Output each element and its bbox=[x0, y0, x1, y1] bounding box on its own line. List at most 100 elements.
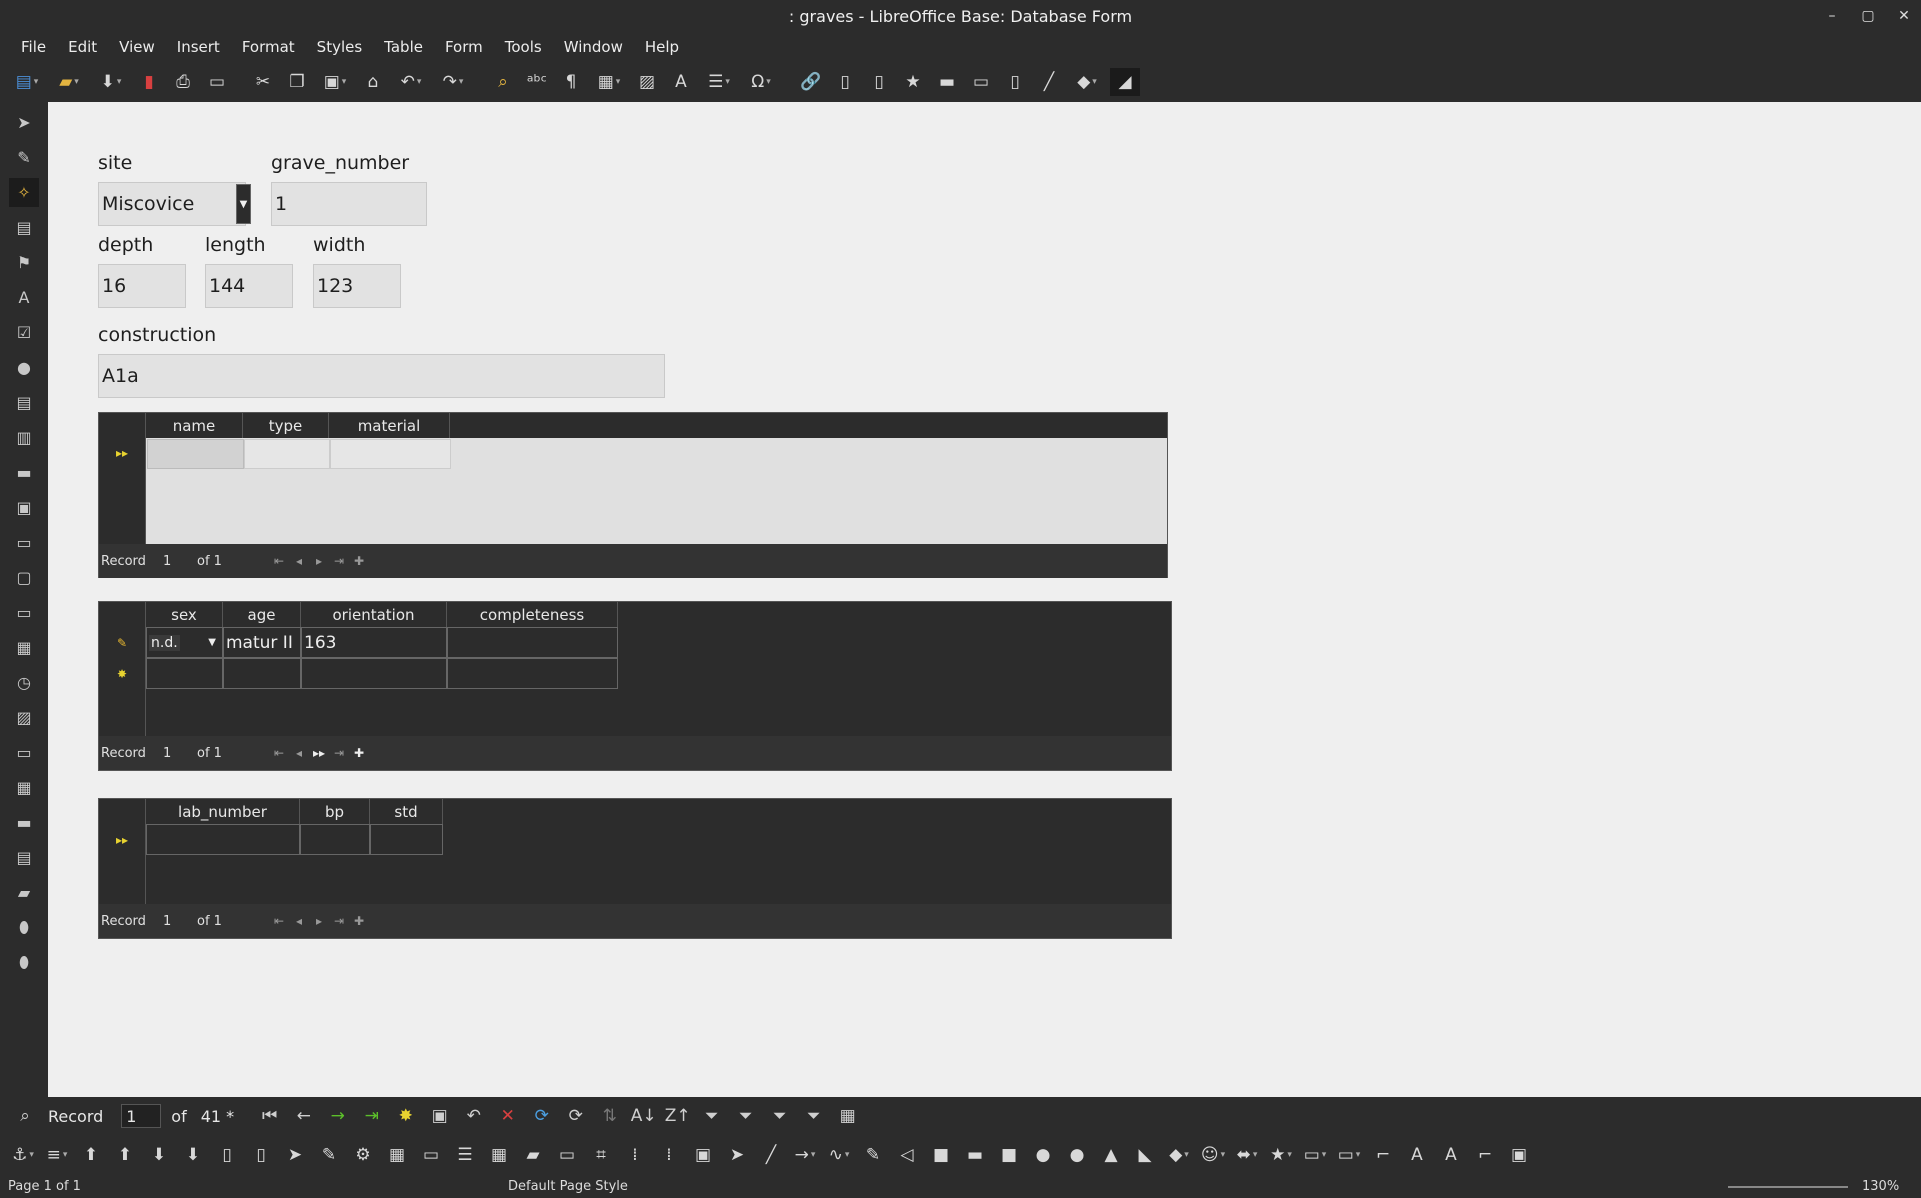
row-header[interactable]: ▸▸ bbox=[99, 824, 146, 855]
table-control-icon[interactable]: ▦ bbox=[9, 633, 39, 662]
spin-button-icon[interactable]: ⬮ bbox=[9, 913, 39, 942]
refresh-control-icon[interactable]: ⟳ bbox=[561, 1102, 591, 1130]
row-header[interactable]: ▸▸ bbox=[99, 438, 146, 546]
hyperlink-icon[interactable]: 🔗 bbox=[796, 68, 826, 96]
send-backward-icon[interactable]: ⬇ bbox=[144, 1141, 174, 1169]
navigation-bar-icon[interactable]: ▤ bbox=[9, 843, 39, 872]
footnote-icon[interactable]: ▯ bbox=[830, 68, 860, 96]
sort-descending-icon[interactable]: Z↑ bbox=[663, 1102, 693, 1130]
stars-icon[interactable]: ★ bbox=[1266, 1141, 1296, 1169]
menu-styles[interactable]: Styles bbox=[306, 38, 374, 56]
last-record-icon[interactable]: ⇥ bbox=[329, 746, 349, 760]
length-field[interactable]: 144 bbox=[205, 264, 293, 308]
first-record-icon[interactable]: ⏮ bbox=[255, 1102, 285, 1130]
formatted-field-icon[interactable]: ▭ bbox=[9, 528, 39, 557]
menu-format[interactable]: Format bbox=[231, 38, 306, 56]
block-arrows-icon[interactable]: ⬌ bbox=[1232, 1141, 1262, 1169]
close-button[interactable]: ✕ bbox=[1895, 8, 1913, 24]
apply-filter-icon[interactable]: ⏷ bbox=[765, 1102, 795, 1130]
last-record-icon[interactable]: ⇥ bbox=[329, 914, 349, 928]
date-field-icon[interactable]: ▭ bbox=[9, 598, 39, 627]
first-record-icon[interactable]: ⇤ bbox=[269, 554, 289, 568]
column-header-orientation[interactable]: orientation bbox=[301, 602, 447, 627]
site-dropdown-button[interactable]: ▼ bbox=[236, 184, 251, 224]
square-icon[interactable]: ■ bbox=[994, 1141, 1024, 1169]
image-button-icon[interactable]: ▣ bbox=[9, 493, 39, 522]
image-control-icon[interactable]: ▨ bbox=[9, 703, 39, 732]
column-header-sex[interactable]: sex bbox=[146, 602, 223, 627]
type-cell[interactable] bbox=[244, 439, 330, 469]
copy-icon[interactable]: ❐ bbox=[282, 68, 312, 96]
new-document-icon[interactable]: ▤ bbox=[8, 68, 46, 96]
completeness-cell[interactable] bbox=[447, 627, 618, 658]
row-header-edit[interactable]: ✎ bbox=[99, 627, 146, 658]
activation-order-icon[interactable]: ▭ bbox=[416, 1141, 446, 1169]
new-record-icon[interactable]: ✚ bbox=[349, 554, 369, 568]
grave-number-field[interactable]: 1 bbox=[271, 182, 427, 226]
finds-grid[interactable]: name type material ▸▸ Record 1 of 1 ⇤ ◂ … bbox=[98, 412, 1168, 578]
next-record-icon[interactable]: ▸▸ bbox=[309, 746, 329, 760]
minimize-button[interactable]: – bbox=[1823, 8, 1841, 24]
refresh-icon[interactable]: ⟳ bbox=[527, 1102, 557, 1130]
combo-box-icon[interactable]: ▥ bbox=[9, 423, 39, 452]
form-navigator-icon[interactable]: ▯ bbox=[212, 1141, 242, 1169]
triangle-icon[interactable]: ▲ bbox=[1096, 1141, 1126, 1169]
spelling-icon[interactable]: ᵃᵇᶜ bbox=[522, 68, 552, 96]
list-box-icon[interactable]: ▤ bbox=[9, 388, 39, 417]
right-triangle-icon[interactable]: ◣ bbox=[1130, 1141, 1160, 1169]
row-header-new[interactable]: ✸ bbox=[99, 658, 146, 689]
anchor-icon[interactable]: ⚓ bbox=[8, 1141, 38, 1169]
crop-icon[interactable]: ⌗ bbox=[586, 1141, 616, 1169]
depth-field[interactable]: 16 bbox=[98, 264, 186, 308]
sort-icon[interactable]: ⇅ bbox=[595, 1102, 625, 1130]
data-source-icon[interactable]: ▦ bbox=[833, 1102, 863, 1130]
polygon-icon[interactable]: ◁ bbox=[892, 1141, 922, 1169]
flowchart-icon[interactable]: ▭ bbox=[1334, 1141, 1364, 1169]
menu-insert[interactable]: Insert bbox=[166, 38, 231, 56]
completeness-cell-new[interactable] bbox=[447, 658, 618, 689]
sex-cell[interactable]: n.d. ▼ bbox=[146, 627, 223, 658]
last-record-icon[interactable]: ⇥ bbox=[357, 1102, 387, 1130]
bp-cell[interactable] bbox=[300, 824, 370, 855]
snap-to-grid-icon[interactable]: ⁞ bbox=[654, 1141, 684, 1169]
dating-grid[interactable]: lab_number bp std ▸▸ Record 1 of 1 ⇤ ◂ ▸… bbox=[98, 798, 1172, 939]
special-character-icon[interactable]: Ω bbox=[742, 68, 780, 96]
circle-icon[interactable]: ● bbox=[1062, 1141, 1092, 1169]
maximize-button[interactable]: ▢ bbox=[1859, 8, 1877, 24]
next-record-icon[interactable]: → bbox=[323, 1102, 353, 1130]
column-header-name[interactable]: name bbox=[146, 413, 243, 438]
form-design-icon[interactable]: ▤ bbox=[9, 213, 39, 242]
endnote-icon[interactable]: ▯ bbox=[864, 68, 894, 96]
autofilter-icon[interactable]: ⏷ bbox=[697, 1102, 727, 1130]
column-header-material[interactable]: material bbox=[329, 413, 450, 438]
width-field[interactable]: 123 bbox=[313, 264, 401, 308]
lab-number-cell[interactable] bbox=[146, 824, 300, 855]
design-mode-icon[interactable]: ✎ bbox=[314, 1141, 344, 1169]
menu-edit[interactable]: Edit bbox=[57, 38, 108, 56]
extrusion-icon[interactable]: ⌐ bbox=[1470, 1141, 1500, 1169]
age-cell[interactable]: matur II bbox=[223, 627, 301, 658]
text-box-icon[interactable]: A bbox=[1402, 1141, 1432, 1169]
design-mode-icon[interactable]: ◢ bbox=[1110, 68, 1140, 96]
bring-to-front-icon[interactable]: ⬆ bbox=[76, 1141, 106, 1169]
grid-icon[interactable]: ▦ bbox=[9, 773, 39, 802]
delete-record-icon[interactable]: ✕ bbox=[493, 1102, 523, 1130]
pointer-icon[interactable]: ➤ bbox=[722, 1141, 752, 1169]
select-icon[interactable]: ➤ bbox=[9, 108, 39, 137]
checkbox-icon[interactable]: ☑ bbox=[9, 318, 39, 347]
menu-help[interactable]: Help bbox=[634, 38, 690, 56]
control-properties-icon[interactable]: ⚑ bbox=[9, 248, 39, 277]
clone-formatting-icon[interactable]: ⌂ bbox=[358, 68, 388, 96]
column-header-type[interactable]: type bbox=[243, 413, 329, 438]
tab-order-icon[interactable]: ☰ bbox=[450, 1141, 480, 1169]
option-button-icon[interactable]: ● bbox=[9, 353, 39, 382]
next-record-icon[interactable]: ▸ bbox=[309, 914, 329, 928]
construction-field[interactable]: A1a bbox=[98, 354, 665, 398]
menu-tools[interactable]: Tools bbox=[494, 38, 553, 56]
redo-icon[interactable]: ↷ bbox=[434, 68, 472, 96]
print-preview-icon[interactable]: ▭ bbox=[202, 68, 232, 96]
formatting-marks-icon[interactable]: ¶ bbox=[556, 68, 586, 96]
control-properties-icon[interactable]: ⚙ bbox=[348, 1141, 378, 1169]
menu-window[interactable]: Window bbox=[553, 38, 634, 56]
cross-reference-icon[interactable]: ▬ bbox=[932, 68, 962, 96]
